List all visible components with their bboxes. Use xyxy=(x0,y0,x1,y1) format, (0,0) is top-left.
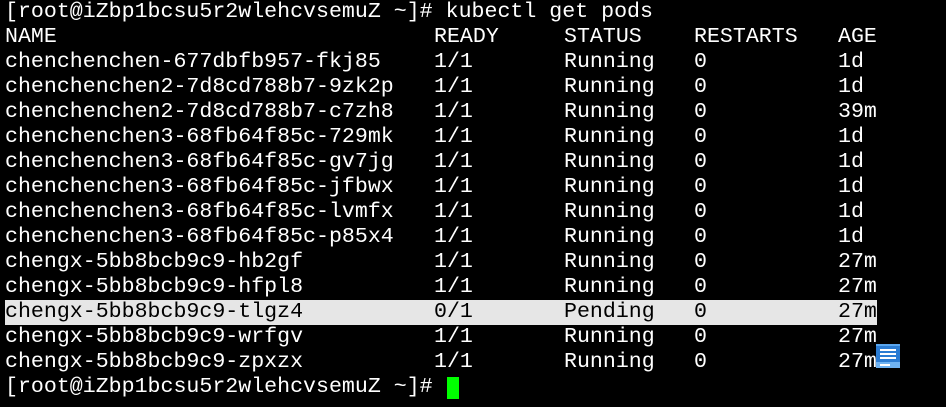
table-row: chenchenchen3-68fb64f85c-gv7jg 1/1 Runni… xyxy=(5,150,877,175)
table-row: chengx-5bb8bcb9c9-hb2gf 1/1 Running 0 27… xyxy=(5,250,877,275)
pod-name: chengx-5bb8bcb9c9-zpxzx xyxy=(5,350,304,374)
pod-restarts: 0 xyxy=(694,350,707,374)
pod-restarts: 0 xyxy=(694,125,707,149)
pod-name: chenchenchen3-68fb64f85c-p85x4 xyxy=(5,225,394,249)
pod-ready: 1/1 xyxy=(434,125,473,149)
pod-name: chengx-5bb8bcb9c9-tlgz4 xyxy=(5,300,304,324)
pod-age: 27m xyxy=(838,300,877,324)
pod-ready: 1/1 xyxy=(434,225,473,249)
pod-restarts: 0 xyxy=(694,150,707,174)
table-row: chengx-5bb8bcb9c9-tlgz4 0/1 Pending 0 27… xyxy=(5,300,877,325)
table-row: chengx-5bb8bcb9c9-hfpl8 1/1 Running 0 27… xyxy=(5,275,877,300)
pods-table-body: chenchenchen-677dbfb957-fkj85 1/1 Runnin… xyxy=(0,50,946,375)
pod-age: 1d xyxy=(838,50,864,74)
pod-ready: 0/1 xyxy=(434,300,473,324)
table-row: chenchenchen3-68fb64f85c-p85x4 1/1 Runni… xyxy=(5,225,877,250)
pod-age: 1d xyxy=(838,75,864,99)
pod-ready: 1/1 xyxy=(434,350,473,374)
pod-status: Running xyxy=(564,175,655,199)
pod-name: chenchenchen3-68fb64f85c-729mk xyxy=(5,125,394,149)
pod-ready: 1/1 xyxy=(434,325,473,349)
pod-restarts: 0 xyxy=(694,100,707,124)
header-age: AGE xyxy=(838,25,877,49)
pod-restarts: 0 xyxy=(694,225,707,249)
table-row: chengx-5bb8bcb9c9-zpxzx 1/1 Running 0 27… xyxy=(5,350,877,375)
header-status: STATUS xyxy=(564,25,642,49)
terminal-window[interactable]: [root@iZbp1bcsu5r2wlehcvsemuZ ~]# kubectl… xyxy=(0,0,946,407)
pod-ready: 1/1 xyxy=(434,175,473,199)
pod-status: Running xyxy=(564,75,655,99)
pod-restarts: 0 xyxy=(694,300,707,324)
pod-status: Pending xyxy=(564,300,655,324)
pod-name: chenchenchen3-68fb64f85c-jfbwx xyxy=(5,175,394,199)
pod-age: 1d xyxy=(838,225,864,249)
table-row: chenchenchen3-68fb64f85c-729mk 1/1 Runni… xyxy=(5,125,877,150)
pod-status: Running xyxy=(564,100,655,124)
pod-name: chengx-5bb8bcb9c9-hb2gf xyxy=(5,250,304,274)
pod-restarts: 0 xyxy=(694,175,707,199)
pod-restarts: 0 xyxy=(694,75,707,99)
pod-name: chenchenchen2-7d8cd788b7-9zk2p xyxy=(5,75,394,99)
pod-name: chenchenchen2-7d8cd788b7-c7zh8 xyxy=(5,100,394,124)
pod-ready: 1/1 xyxy=(434,75,473,99)
pod-status: Running xyxy=(564,275,655,299)
cursor xyxy=(446,376,459,399)
pod-ready: 1/1 xyxy=(434,100,473,124)
pod-restarts: 0 xyxy=(694,275,707,299)
pod-status: Running xyxy=(564,250,655,274)
pod-name: chengx-5bb8bcb9c9-hfpl8 xyxy=(5,275,304,299)
pod-name: chenchenchen-677dbfb957-fkj85 xyxy=(5,50,381,74)
pod-age: 27m xyxy=(838,350,877,374)
pod-ready: 1/1 xyxy=(434,50,473,74)
pod-status: Running xyxy=(564,125,655,149)
pod-age: 1d xyxy=(838,175,864,199)
pod-age: 27m xyxy=(838,250,877,274)
pod-name: chengx-5bb8bcb9c9-wrfgv xyxy=(5,325,304,349)
pod-status: Running xyxy=(564,150,655,174)
table-row: chengx-5bb8bcb9c9-wrfgv 1/1 Running 0 27… xyxy=(5,325,877,350)
pod-age: 39m xyxy=(838,100,877,124)
pod-name: chenchenchen3-68fb64f85c-lvmfx xyxy=(5,200,394,224)
shell-prompt: [root@iZbp1bcsu5r2wlehcvsemuZ ~]# xyxy=(5,0,433,24)
table-row: chenchenchen3-68fb64f85c-lvmfx 1/1 Runni… xyxy=(5,200,877,225)
pod-status: Running xyxy=(564,350,655,374)
pod-status: Running xyxy=(564,200,655,224)
table-header: NAME READY STATUS RESTARTS AGE xyxy=(5,25,877,50)
command-line: [root@iZbp1bcsu5r2wlehcvsemuZ ~]# kubectl… xyxy=(0,0,946,25)
pod-status: Running xyxy=(564,50,655,74)
table-row: chenchenchen3-68fb64f85c-jfbwx 1/1 Runni… xyxy=(5,175,877,200)
shell-command: kubectl get pods xyxy=(445,0,653,24)
pod-restarts: 0 xyxy=(694,50,707,74)
pod-name: chenchenchen3-68fb64f85c-gv7jg xyxy=(5,150,394,174)
table-row: chenchenchen2-7d8cd788b7-c7zh8 1/1 Runni… xyxy=(5,100,877,125)
header-ready: READY xyxy=(434,25,499,49)
pod-ready: 1/1 xyxy=(434,250,473,274)
pod-restarts: 0 xyxy=(694,250,707,274)
table-row: chenchenchen2-7d8cd788b7-9zk2p 1/1 Runni… xyxy=(5,75,877,100)
pod-ready: 1/1 xyxy=(434,150,473,174)
pod-age: 27m xyxy=(838,325,877,349)
pod-age: 1d xyxy=(838,150,864,174)
header-name: NAME xyxy=(5,25,57,49)
shell-prompt: [root@iZbp1bcsu5r2wlehcvsemuZ ~]# xyxy=(5,375,433,399)
header-restarts: RESTARTS xyxy=(694,25,798,49)
pod-status: Running xyxy=(564,225,655,249)
pod-age: 1d xyxy=(838,200,864,224)
pod-age: 1d xyxy=(838,125,864,149)
table-row: chenchenchen-677dbfb957-fkj85 1/1 Runnin… xyxy=(5,50,877,75)
pod-ready: 1/1 xyxy=(434,275,473,299)
pod-ready: 1/1 xyxy=(434,200,473,224)
terminal-input-line[interactable]: [root@iZbp1bcsu5r2wlehcvsemuZ ~]# xyxy=(0,375,946,400)
pod-status: Running xyxy=(564,325,655,349)
document-icon[interactable] xyxy=(876,344,900,368)
pod-restarts: 0 xyxy=(694,325,707,349)
pod-age: 27m xyxy=(838,275,877,299)
pod-restarts: 0 xyxy=(694,200,707,224)
